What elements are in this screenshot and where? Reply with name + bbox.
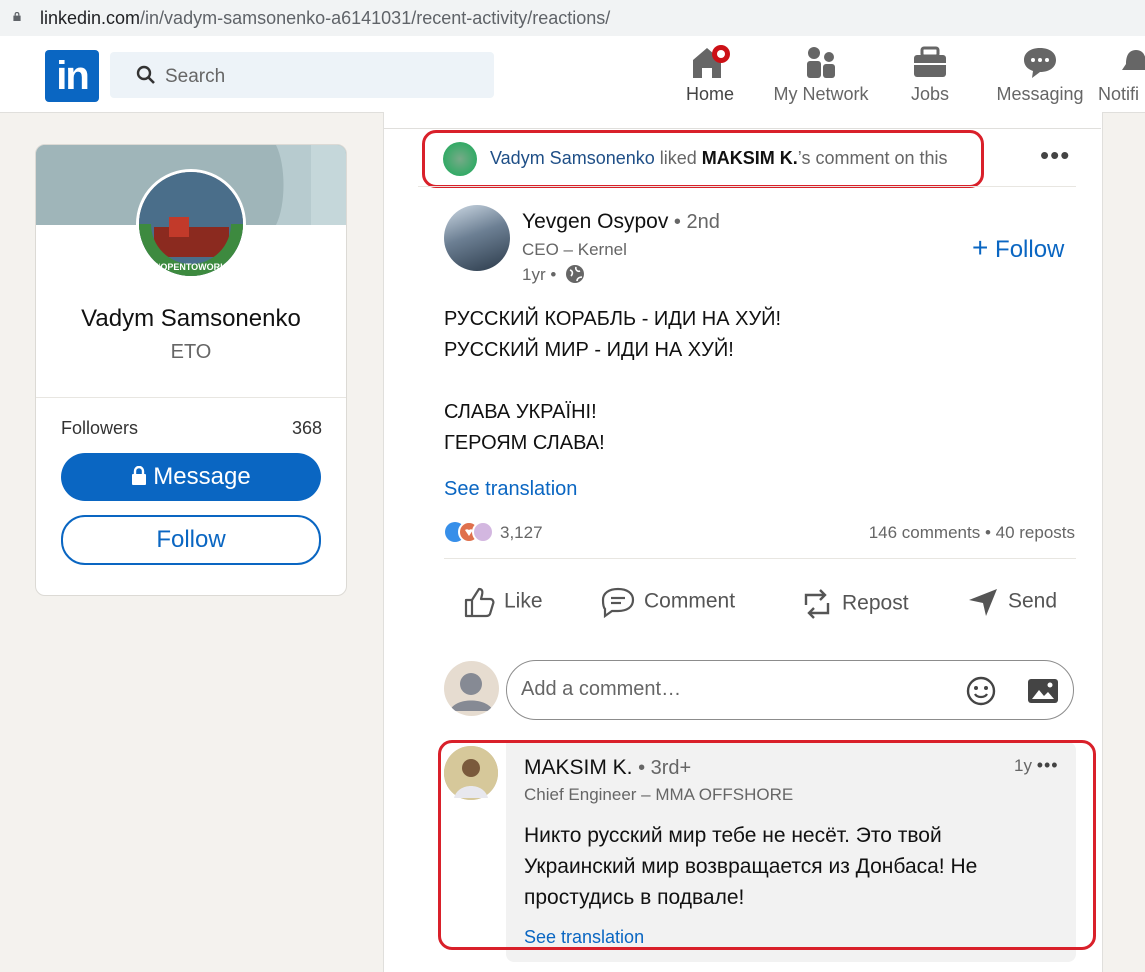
like-label: Like xyxy=(504,589,543,613)
profile-name[interactable]: Vadym Samsonenko xyxy=(36,305,346,333)
comment-icon xyxy=(601,587,635,619)
profile-avatar[interactable]: #OPENTOWORK xyxy=(136,169,246,279)
url-path: /in/vadym-samsonenko-a6141031/recent-act… xyxy=(140,8,611,28)
comment-placeholder: Add a comment… xyxy=(521,678,682,700)
divider xyxy=(444,643,1076,644)
emoji-icon[interactable] xyxy=(965,675,997,707)
reactions-count[interactable]: 3,127 xyxy=(500,523,543,543)
nav-jobs-label: Jobs xyxy=(910,84,950,104)
repost-button[interactable]: Repost xyxy=(800,585,909,625)
repost-label: Repost xyxy=(842,591,909,615)
nav-messaging-label: Messaging xyxy=(996,84,1084,104)
plus-icon: + xyxy=(972,232,989,263)
followers-count: 368 xyxy=(291,418,322,438)
highlight-annotation-comment xyxy=(438,740,1096,950)
profile-card: #OPENTOWORK Vadym Samsonenko ETO Followe… xyxy=(35,144,347,596)
linkedin-logo[interactable]: in xyxy=(45,50,99,102)
profile-title: ETO xyxy=(170,341,212,363)
divider xyxy=(444,558,1076,559)
current-user-avatar xyxy=(444,661,499,716)
follow-author-label: Follow xyxy=(995,236,1065,263)
messaging-icon xyxy=(1024,48,1056,78)
lock-icon xyxy=(132,465,147,485)
browser-url-bar[interactable]: linkedin.com/in/vadym-samsonenko-a614103… xyxy=(0,0,1145,36)
reaction-icons xyxy=(445,521,494,543)
nav-messaging[interactable]: Messaging xyxy=(994,44,1086,108)
image-icon[interactable] xyxy=(1027,677,1059,705)
comment-input[interactable]: Add a comment… xyxy=(506,660,1074,720)
search-input[interactable]: Search xyxy=(110,52,494,98)
more-options-icon[interactable]: ••• xyxy=(1040,140,1070,171)
post-time: 1yr • xyxy=(522,264,585,285)
connection-degree: • 2nd xyxy=(668,211,720,233)
like-icon xyxy=(464,587,495,618)
see-translation-link[interactable]: See translation xyxy=(444,478,577,501)
send-label: Send xyxy=(1008,589,1058,613)
post-author-title: CEO – Kernel xyxy=(522,240,627,259)
message-button-label: Message xyxy=(153,463,251,490)
home-icon xyxy=(693,45,730,78)
search-icon xyxy=(136,65,155,84)
comment-label: Comment xyxy=(644,589,736,613)
nav-jobs[interactable]: Jobs xyxy=(900,44,960,108)
nav-notifications-label: Notifi xyxy=(1098,84,1140,104)
support-reaction-icon xyxy=(472,521,494,543)
lock-icon xyxy=(13,12,21,21)
post-author-avatar[interactable] xyxy=(444,205,510,271)
opentowork-badge-text: #OPENTOWORK xyxy=(155,262,227,272)
nav-my-network[interactable]: My Network xyxy=(766,44,876,108)
briefcase-icon xyxy=(914,46,946,77)
divider xyxy=(36,397,346,398)
repost-icon xyxy=(804,589,830,619)
follow-author-button[interactable]: + Follow xyxy=(972,232,1064,264)
globe-icon xyxy=(566,265,585,283)
divider xyxy=(418,186,1076,187)
user-placeholder-icon xyxy=(450,673,493,711)
bell-icon xyxy=(1122,50,1145,70)
nav-home[interactable]: Home xyxy=(680,44,740,108)
post-stats[interactable]: 146 comments • 40 reposts xyxy=(869,523,1075,543)
card-top-border xyxy=(383,128,1101,129)
send-icon xyxy=(969,589,997,616)
comment-button[interactable]: Comment xyxy=(600,585,735,625)
nav-my-network-label: My Network xyxy=(773,84,869,104)
search-placeholder: Search xyxy=(165,66,226,87)
post-body: РУССКИЙ КОРАБЛЬ - ИДИ НА ХУЙ! РУССКИЙ МИ… xyxy=(444,308,782,454)
url-text[interactable]: linkedin.com/in/vadym-samsonenko-a614103… xyxy=(40,8,610,29)
post-author[interactable]: Yevgen Osypov • 2nd xyxy=(522,210,720,234)
reactions-icons[interactable] xyxy=(444,520,500,544)
nav-notifications[interactable]: Notifi xyxy=(1098,44,1145,108)
follow-profile-button[interactable]: Follow xyxy=(61,515,321,565)
like-button[interactable]: Like xyxy=(462,585,543,625)
post-time-text: 1yr • xyxy=(522,265,557,284)
followers-label: Followers xyxy=(61,418,139,438)
nav-home-label: Home xyxy=(685,84,734,104)
send-button[interactable]: Send xyxy=(966,585,1057,625)
network-icon xyxy=(807,47,835,78)
url-host: linkedin.com xyxy=(40,8,141,28)
opentowork-ring: #OPENTOWORK xyxy=(139,172,243,276)
highlight-annotation-activity xyxy=(422,130,984,188)
post-author-name: Yevgen Osypov xyxy=(522,210,669,233)
message-button[interactable]: Message xyxy=(61,453,321,501)
